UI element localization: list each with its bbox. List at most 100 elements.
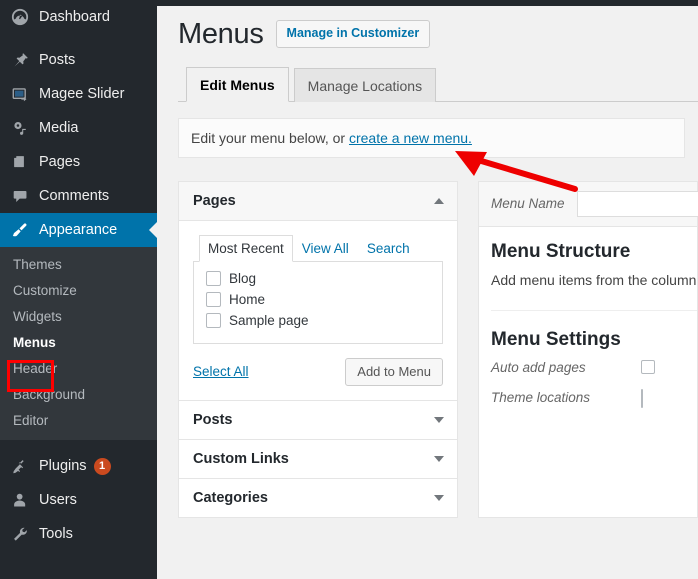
sidebar-item-posts[interactable]: Posts (0, 43, 157, 77)
sidebar-item-plugins[interactable]: Plugins 1 (0, 449, 157, 483)
section-divider (491, 309, 697, 311)
submenu-label: Themes (13, 257, 62, 272)
panel-categories-header[interactable]: Categories (179, 478, 457, 517)
add-to-menu-button[interactable]: Add to Menu (345, 357, 443, 386)
list-item[interactable]: Blog (206, 270, 432, 286)
submenu-label: Editor (13, 413, 49, 428)
manage-in-customizer-button[interactable]: Manage in Customizer (275, 20, 431, 49)
nav-tabs: Edit Menus Manage Locations (178, 66, 698, 102)
checkbox-home[interactable] (206, 291, 221, 307)
caret-up-icon[interactable] (434, 197, 444, 204)
submenu-label: Customize (13, 283, 77, 298)
sidebar-item-label: Posts (39, 52, 76, 68)
list-item-label: Sample page (229, 312, 309, 328)
theme-locations-label: Theme locations (491, 390, 591, 406)
plugins-update-badge: 1 (93, 457, 111, 475)
sidebar-item-label: Media (39, 120, 79, 136)
caret-down-icon[interactable] (434, 416, 444, 423)
sidebar-subitem-widgets[interactable]: Widgets (0, 304, 157, 330)
inner-tab-search[interactable]: Search (358, 235, 419, 262)
sidebar-subitem-customize[interactable]: Customize (0, 278, 157, 304)
sidebar-subitem-themes[interactable]: Themes (0, 252, 157, 278)
pages-inner-tabs: Most Recent View All Search (193, 234, 443, 262)
sidebar-item-magee-slider[interactable]: Magee Slider (0, 77, 157, 111)
sidebar-item-label: Users (39, 492, 77, 508)
panel-title: Posts (193, 411, 233, 428)
sidebar-item-media[interactable]: Media (0, 111, 157, 145)
comments-icon (10, 186, 30, 206)
caret-down-icon[interactable] (434, 494, 444, 501)
pages-icon (10, 152, 30, 172)
sidebar-item-label: Plugins (39, 458, 87, 474)
page-header: Menus Manage in Customizer (178, 6, 698, 52)
theme-locations-row: Theme locations (491, 388, 697, 408)
submenu-label: Header (13, 361, 58, 376)
submenu-label: Background (13, 387, 86, 402)
panel-posts-header[interactable]: Posts (179, 400, 457, 439)
submenu-label: Menus (13, 335, 56, 350)
list-item[interactable]: Sample page (206, 312, 432, 328)
brush-icon (10, 220, 30, 240)
appearance-submenu: Themes Customize Widgets Menus Header Ba… (0, 247, 157, 440)
notice-text: Edit your menu below, or (191, 129, 349, 146)
submenu-label: Widgets (13, 309, 62, 324)
sidebar-item-dashboard[interactable]: Dashboard (0, 0, 157, 34)
tab-manage-locations[interactable]: Manage Locations (293, 67, 437, 102)
sidebar-item-users[interactable]: Users (0, 483, 157, 517)
slider-icon (10, 84, 30, 104)
menu-name-input[interactable] (576, 190, 698, 217)
content-wrap: Menus Manage in Customizer Edit Menus Ma… (157, 6, 698, 518)
list-item[interactable]: Home (206, 291, 432, 307)
wrench-icon (10, 524, 30, 544)
pin-icon (10, 50, 30, 70)
sidebar-item-tools[interactable]: Tools (0, 517, 157, 551)
checkbox-sample-page[interactable] (206, 312, 221, 328)
menu-settings-section: Menu Settings Auto add pages Theme locat… (491, 329, 697, 408)
menu-settings-column: Menu Name Menu Structure Add menu items … (478, 180, 698, 518)
menu-name-row: Menu Name (479, 181, 698, 227)
panel-pages-body: Most Recent View All Search Blog Home Sa… (179, 220, 457, 400)
sidebar-item-comments[interactable]: Comments (0, 179, 157, 213)
add-menu-items-column: Pages Most Recent View All Search Blog H… (178, 180, 458, 518)
sidebar-subitem-background[interactable]: Background (0, 382, 157, 408)
user-icon (10, 490, 30, 510)
tab-edit-menus[interactable]: Edit Menus (186, 66, 289, 102)
panel-pages-header[interactable]: Pages (179, 181, 457, 221)
sidebar-subitem-header[interactable]: Header (0, 356, 157, 382)
panel-custom-links: Custom Links (178, 438, 458, 478)
edit-menu-notice: Edit your menu below, or create a new me… (178, 117, 685, 158)
auto-add-pages-checkbox[interactable] (641, 360, 655, 375)
sidebar-divider (0, 34, 157, 43)
admin-sidebar: Dashboard Posts Magee Slider Media Pages… (0, 0, 157, 579)
list-item-label: Home (229, 291, 266, 307)
menu-structure-title: Menu Structure (491, 240, 631, 262)
sidebar-subitem-editor[interactable]: Editor (0, 408, 157, 434)
panel-title: Pages (193, 192, 236, 209)
panel-custom-links-header[interactable]: Custom Links (179, 439, 457, 478)
inner-tab-most-recent[interactable]: Most Recent (199, 234, 293, 262)
panel-posts: Posts (178, 399, 458, 439)
list-item-label: Blog (229, 270, 257, 286)
inner-tab-view-all[interactable]: View All (293, 235, 358, 262)
panel-title: Custom Links (193, 450, 289, 467)
theme-location-checkbox[interactable] (641, 388, 643, 408)
sidebar-item-label: Tools (39, 526, 73, 542)
create-new-menu-link[interactable]: create a new menu. (349, 130, 472, 146)
plug-icon (10, 456, 30, 476)
checkbox-blog[interactable] (206, 270, 221, 286)
auto-add-pages-row: Auto add pages (491, 360, 697, 375)
panel-title: Categories (193, 489, 268, 506)
page-title: Menus (178, 18, 264, 50)
media-icon (10, 118, 30, 138)
dashboard-icon (10, 7, 30, 27)
sidebar-item-label: Appearance (39, 222, 118, 238)
sidebar-subitem-menus[interactable]: Menus (0, 330, 157, 356)
select-all-link[interactable]: Select All (193, 364, 249, 379)
sidebar-item-appearance[interactable]: Appearance (0, 213, 157, 247)
menu-editor-columns: Pages Most Recent View All Search Blog H… (178, 180, 698, 518)
wordpress-admin-screen: Dashboard Posts Magee Slider Media Pages… (0, 0, 698, 579)
menu-settings-title: Menu Settings (491, 328, 621, 350)
sidebar-item-pages[interactable]: Pages (0, 145, 157, 179)
caret-down-icon[interactable] (434, 455, 444, 462)
sidebar-divider-2 (0, 440, 157, 449)
